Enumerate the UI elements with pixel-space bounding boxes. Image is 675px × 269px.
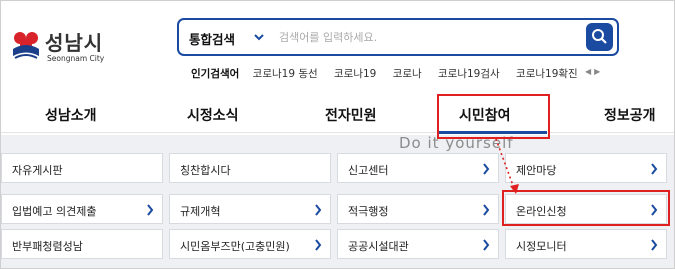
chevron-right-icon [147, 204, 154, 216]
submenu-item[interactable]: 시정모니터 [505, 229, 667, 259]
submenu-item[interactable]: 칭찬합시다 [169, 153, 331, 183]
submenu-item[interactable]: 입법예고 의견제출 [1, 194, 163, 224]
submenu-item[interactable]: 시민옴부즈만(고충민원) [169, 229, 331, 259]
submenu-item[interactable]: 공공시설대관 [337, 229, 499, 259]
submenu-item[interactable]: 신고센터 [337, 153, 499, 183]
chevron-right-icon [483, 239, 490, 251]
highlight-box-participation [437, 94, 550, 139]
logo-korean-name: 성남시 [45, 31, 104, 55]
submenu-item-label: 칭찬합시다 [180, 164, 231, 177]
popular-keyword[interactable]: 코로나19검사 [438, 68, 500, 80]
search-bar: 통합검색 [177, 18, 619, 56]
seongnam-emblem-icon [13, 32, 39, 59]
search-scope-select[interactable]: 통합검색 [189, 29, 235, 48]
nav-divider [1, 132, 674, 133]
chevron-right-icon [315, 239, 322, 251]
submenu-item-label: 반부패청렴성남 [12, 240, 83, 253]
submenu-item-label: 시민옴부즈만(고충민원) [180, 240, 290, 253]
nav-item-news[interactable]: 시정소식 [187, 105, 239, 125]
popular-keyword[interactable]: 코로나19 [334, 68, 376, 80]
chevron-right-icon [483, 163, 490, 175]
chevron-right-icon [651, 239, 658, 251]
search-button[interactable] [586, 23, 613, 51]
search-icon [592, 29, 607, 44]
submenu-item-label: 적극행정 [348, 205, 389, 218]
chevron-right-icon [651, 163, 658, 175]
submenu-item[interactable]: 반부패청렴성남 [1, 229, 163, 259]
submenu-item[interactable]: 제안마당 [505, 153, 667, 183]
popular-keywords-label: 인기검색어 [191, 68, 240, 80]
popular-keyword[interactable]: 코로나 [393, 68, 422, 80]
submenu-item-label: 규제개혁 [180, 205, 221, 218]
submenu-item-label: 신고센터 [348, 164, 389, 177]
chevron-down-icon[interactable] [252, 29, 266, 45]
popular-keyword[interactable]: 코로나19 동선 [253, 68, 318, 80]
nav-item-info-disclosure[interactable]: 정보공개 [604, 105, 656, 125]
nav-item-e-petition[interactable]: 전자민원 [325, 105, 377, 125]
chevron-right-icon [483, 204, 490, 216]
chevron-right-icon [315, 204, 322, 216]
popular-keywords: 인기검색어 코로나19 동선 코로나19 코로나 코로나19검사 코로나19확진… [191, 66, 600, 82]
highlight-box-online-application [502, 190, 670, 226]
page-frame: 성남시 Seongnam City 통합검색 인기검색어 코로나19 동선 코로… [0, 0, 675, 269]
submenu-item-label: 공공시설대관 [348, 240, 409, 253]
nav-item-about[interactable]: 성남소개 [45, 105, 97, 125]
submenu-item[interactable]: 자유게시판 [1, 153, 163, 183]
submenu-item[interactable]: 적극행정 [337, 194, 499, 224]
submenu-item-label: 제안마당 [516, 164, 557, 177]
submenu-item[interactable]: 규제개혁 [169, 194, 331, 224]
submenu-item-label: 시정모니터 [516, 240, 567, 253]
search-input[interactable] [279, 26, 579, 48]
logo-english-name: Seongnam City [47, 54, 105, 63]
site-logo[interactable]: 성남시 Seongnam City [9, 21, 119, 69]
keyword-scroll-arrows-icon[interactable]: ◀▶ [585, 67, 603, 76]
submenu-item-label: 입법예고 의견제출 [12, 205, 97, 218]
popular-keyword[interactable]: 코로나19확진 [516, 68, 578, 80]
submenu-item-label: 자유게시판 [12, 164, 63, 177]
